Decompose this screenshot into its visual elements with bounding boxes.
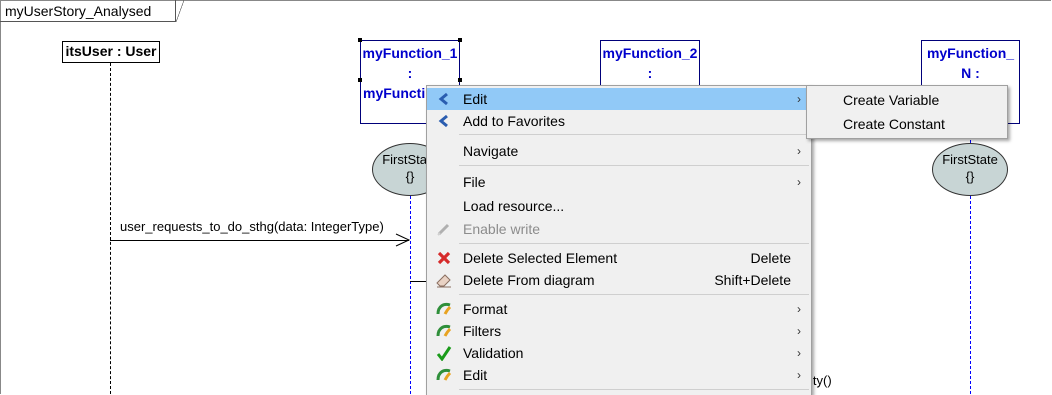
- menu-item-delete-selected[interactable]: Delete Selected Element Delete: [427, 247, 811, 269]
- selection-handle[interactable]: [458, 78, 462, 82]
- submenu-item-label: Create Constant: [843, 116, 945, 132]
- menu-item-label: Format: [463, 301, 508, 317]
- lifeline-user-header[interactable]: itsUser : User: [62, 41, 160, 63]
- lifeline-function2-header[interactable]: myFunction_2 :: [600, 40, 700, 86]
- menu-item-delete-from-diagram[interactable]: Delete From diagram Shift+Delete: [427, 269, 811, 291]
- lifeline-user-line: [110, 63, 111, 394]
- message-stub: [410, 281, 426, 282]
- menu-item-label: File: [463, 174, 486, 190]
- submenu-item-create-variable[interactable]: Create Variable: [807, 89, 1007, 111]
- sirius-icon: [436, 368, 452, 381]
- menu-separator: [459, 243, 809, 244]
- sirius-icon: [436, 302, 452, 315]
- menu-item-label: Enable write: [463, 221, 541, 237]
- menu-item-label: Filters: [463, 323, 502, 339]
- blue-chevron-icon: [438, 114, 448, 128]
- lifeline-functionN-line1: myFunction_: [926, 45, 1015, 61]
- menu-item-load-resource[interactable]: Load resource...: [427, 195, 811, 217]
- menu-separator: [459, 134, 809, 135]
- state-first-lifelineN[interactable]: FirstState {}: [932, 143, 1008, 196]
- lifeline-functionN-line2: N :: [961, 65, 980, 81]
- lifeline-user-label: itsUser : User: [65, 43, 157, 59]
- menu-item-label: Load resource...: [463, 198, 565, 214]
- menu-separator: [459, 389, 809, 390]
- menu-item-format[interactable]: Format ›: [427, 298, 811, 320]
- pencil-icon: [437, 223, 450, 236]
- submenu-arrow-icon: ›: [797, 368, 801, 382]
- menu-separator: [459, 165, 809, 166]
- submenu-item-label: Create Variable: [843, 92, 940, 108]
- edit-submenu: Create Variable Create Constant: [806, 85, 1008, 139]
- menu-separator: [459, 294, 809, 295]
- menu-item-edit-sirius[interactable]: Edit ›: [427, 364, 811, 386]
- green-check-icon: [436, 346, 452, 361]
- state-body: {}: [965, 169, 975, 184]
- menu-item-label: Edit: [463, 367, 488, 383]
- lifeline-function1-line2: :: [407, 65, 413, 81]
- menu-item-shortcut: Shift+Delete: [714, 272, 791, 288]
- submenu-arrow-icon: ›: [797, 346, 801, 360]
- menu-item-filters[interactable]: Filters ›: [427, 320, 811, 342]
- menu-item-label: Edit: [463, 91, 488, 107]
- menu-item-add-to-favorites[interactable]: Add to Favorites: [427, 110, 811, 132]
- sirius-icon: [436, 324, 452, 337]
- message-arrow[interactable]: [110, 240, 409, 241]
- lifeline-function1-line1: myFunction_1: [362, 45, 458, 61]
- submenu-arrow-icon: ›: [797, 92, 801, 106]
- submenu-arrow-icon: ›: [797, 302, 801, 316]
- menu-item-enable-write: Enable write: [427, 218, 811, 240]
- eraser-icon: [436, 274, 451, 288]
- lifeline-function1-line: [410, 196, 411, 394]
- state-name: FirstState: [942, 152, 998, 167]
- selection-handle[interactable]: [358, 38, 362, 42]
- lifeline-functionN-line: [970, 196, 971, 394]
- menu-item-label: Add to Favorites: [463, 113, 565, 129]
- menu-item-file[interactable]: File ›: [427, 171, 811, 193]
- submenu-arrow-icon: ›: [797, 144, 801, 158]
- selection-handle[interactable]: [358, 78, 362, 82]
- arrowhead-icon: [395, 233, 411, 247]
- menu-item-label: Navigate: [463, 143, 519, 159]
- menu-item-label: Delete From diagram: [463, 272, 595, 288]
- blue-chevron-icon: [438, 92, 448, 106]
- menu-item-label: Validation: [463, 345, 524, 361]
- partial-message-label: ity(): [810, 373, 832, 388]
- menu-item-edit[interactable]: Edit ›: [427, 88, 811, 110]
- lifeline-function2-line1: myFunction_2: [602, 45, 698, 61]
- menu-item-validation[interactable]: Validation ›: [427, 342, 811, 364]
- submenu-item-create-constant[interactable]: Create Constant: [807, 113, 1007, 135]
- selection-handle[interactable]: [458, 38, 462, 42]
- menu-item-shortcut: Delete: [750, 250, 791, 266]
- submenu-arrow-icon: ›: [797, 324, 801, 338]
- message-label[interactable]: user_requests_to_do_sthg(data: IntegerTy…: [120, 219, 384, 234]
- menu-item-label: Delete Selected Element: [463, 250, 618, 266]
- menu-item-navigate[interactable]: Navigate ›: [427, 140, 811, 162]
- frame-title: myUserStory_Analysed: [0, 0, 184, 22]
- lifeline-function2-line2: :: [647, 65, 653, 81]
- submenu-arrow-icon: ›: [797, 175, 801, 189]
- context-menu: Edit › Add to Favorites Navigate › File …: [426, 85, 812, 395]
- red-x-icon: [437, 251, 451, 265]
